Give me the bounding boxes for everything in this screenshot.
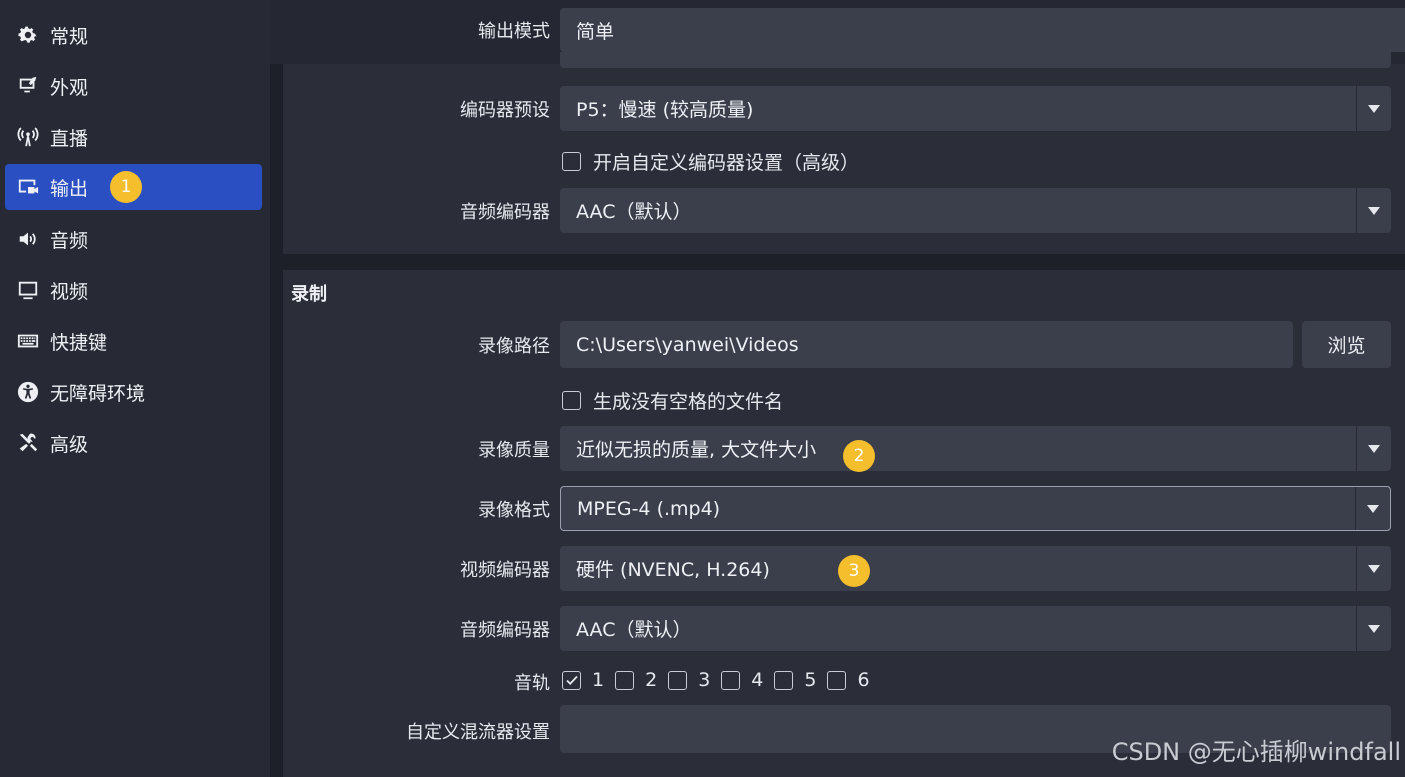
video-encoder-label: 视频编码器 [460,560,550,581]
recording-path-value: C:\Users\yanwei\Videos [576,333,799,356]
no-space-checkbox[interactable] [562,391,581,410]
sidebar-item-label: 常规 [50,25,89,48]
custom-encoder-checkbox[interactable] [562,152,581,171]
browse-button[interactable]: 浏览 [1302,321,1391,368]
audio-encoder-label: 音频编码器 [460,202,550,223]
recording-quality-label: 录像质量 [478,440,550,461]
audio-track-5-checkbox[interactable] [774,670,794,690]
sidebar-item-label: 直播 [50,127,89,150]
output-mode-value: 简单 [576,20,615,43]
step-badge-2: 2 [843,440,875,472]
audio-track-4-checkbox[interactable] [721,670,741,690]
audio-track-3[interactable]: 3 [668,669,710,691]
custom-encoder-label: 开启自定义编码器设置（高级） [593,152,860,174]
encoder-preset-value: P5：慢速 (较高质量) [576,99,754,121]
audio-track-6[interactable]: 6 [827,669,870,691]
sidebar-item-advanced[interactable]: 高级 [5,420,262,466]
sidebar-item-label: 无障碍环境 [50,382,146,405]
video-encoder-value: 硬件 (NVENC, H.264) [576,559,770,581]
video-encoder-select[interactable]: 硬件 (NVENC, H.264) [560,546,1391,591]
custom-encoder-checkbox-row[interactable]: 开启自定义编码器设置（高级） [562,148,859,175]
chevron-down-icon [1356,426,1391,471]
watermark: CSDN @无心插柳windfall [1111,738,1401,766]
sidebar-item-general[interactable]: 常规 [5,12,262,58]
keyboard-icon [17,330,39,352]
sidebar-item-hotkeys[interactable]: 快捷键 [5,318,262,364]
accessibility-icon [17,381,39,403]
recording-quality-value: 近似无损的质量, 大文件大小 [576,439,817,461]
audio-track-1[interactable]: 1 [562,669,604,691]
checkmark-icon [565,675,578,685]
step-badge-1: 1 [110,171,142,203]
recording-section-title: 录制 [291,284,327,305]
recording-audio-encoder-label: 音频编码器 [460,620,550,641]
sidebar-item-stream[interactable]: 直播 [5,114,262,160]
encoder-preset-label: 编码器预设 [460,100,550,121]
broadcast-icon [17,126,39,148]
chevron-down-icon [1355,487,1390,530]
audio-track-3-checkbox[interactable] [668,670,688,690]
settings-sidebar: 常规 外观 直播 输出 1 音频 视频 快捷键 无障碍环境 高级 [0,0,270,777]
sidebar-item-label: 外观 [50,76,89,99]
output-mode-label: 输出模式 [478,21,550,42]
sidebar-item-label: 高级 [50,433,89,456]
output-icon [17,176,39,198]
audio-track-2[interactable]: 2 [615,669,657,691]
sidebar-item-label: 快捷键 [50,331,108,354]
recording-path-label: 录像路径 [478,336,550,357]
sidebar-item-video[interactable]: 视频 [5,267,262,313]
audio-track-2-label: 2 [645,669,658,691]
gear-icon [17,24,39,46]
recording-path-input[interactable]: C:\Users\yanwei\Videos [560,321,1293,368]
sidebar-item-appearance[interactable]: 外观 [5,63,262,109]
audio-encoder-select[interactable]: AAC（默认） [560,188,1391,233]
audio-track-5[interactable]: 5 [774,669,816,691]
audio-track-2-checkbox[interactable] [615,670,635,690]
encoder-preset-select[interactable]: P5：慢速 (较高质量) [560,86,1391,131]
chevron-down-icon [1356,606,1391,651]
audio-track-1-label: 1 [592,669,605,691]
sidebar-item-audio[interactable]: 音频 [5,216,262,262]
audio-track-group: 1 2 3 4 5 6 [562,669,881,691]
step-badge-3: 3 [838,555,870,587]
recording-format-value: MPEG-4 (.mp4) [577,497,721,520]
output-mode-select[interactable]: 简单 [560,8,1405,52]
chevron-down-icon [1356,188,1391,233]
chevron-down-icon [1356,86,1391,131]
audio-track-6-label: 6 [857,669,870,691]
sidebar-item-label: 视频 [50,280,89,303]
audio-track-4[interactable]: 4 [721,669,763,691]
tools-icon [17,432,39,454]
sidebar-item-accessibility[interactable]: 无障碍环境 [5,369,262,415]
recording-audio-encoder-select[interactable]: AAC（默认） [560,606,1391,651]
sidebar-item-output[interactable]: 输出 1 [5,164,262,210]
audio-track-1-checkbox[interactable] [562,670,581,690]
sidebar-item-label: 音频 [50,229,89,252]
recording-audio-encoder-value: AAC（默认） [576,619,692,641]
speaker-icon [17,228,39,250]
recording-format-label: 录像格式 [478,500,550,521]
audio-track-5-label: 5 [804,669,817,691]
monitor-icon [17,279,39,301]
sidebar-item-label: 输出 [50,177,89,200]
custom-muxer-label: 自定义混流器设置 [406,722,550,743]
audio-track-6-checkbox[interactable] [827,670,847,690]
settings-main: 输出模式 简单 编码器预设 P5：慢速 (较高质量) 开启自定义编码器设置（高级… [270,0,1405,777]
audio-track-label: 音轨 [514,673,550,694]
no-space-checkbox-row[interactable]: 生成没有空格的文件名 [562,387,783,414]
audio-track-3-label: 3 [698,669,711,691]
previous-field-bottom [560,52,1391,68]
appearance-icon [17,75,39,97]
audio-track-4-label: 4 [751,669,764,691]
audio-encoder-value: AAC（默认） [576,201,692,223]
recording-quality-select[interactable]: 近似无损的质量, 大文件大小 [560,426,1391,471]
recording-format-select[interactable]: MPEG-4 (.mp4) [560,486,1391,531]
chevron-down-icon [1356,546,1391,591]
no-space-label: 生成没有空格的文件名 [593,391,784,413]
